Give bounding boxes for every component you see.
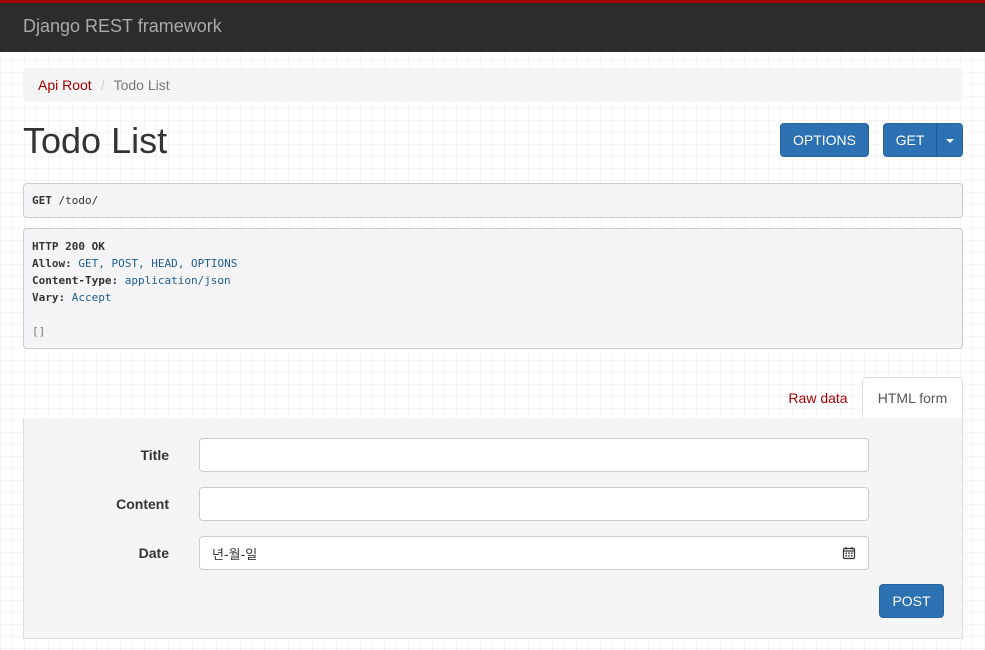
response-body: [] [32, 325, 46, 338]
content-label: Content [116, 496, 169, 512]
response-status: HTTP 200 OK [32, 240, 105, 253]
post-form: Title Content Date 년-월-일 POST [23, 418, 963, 639]
options-button[interactable]: OPTIONS [780, 123, 869, 157]
tab-raw-data[interactable]: Raw data [773, 377, 863, 419]
request-path: /todo/ [58, 194, 99, 207]
header-vary-value: Accept [71, 291, 112, 304]
brand-link[interactable]: Django REST framework [23, 16, 222, 37]
breadcrumb-separator: / [100, 77, 105, 93]
header-content-type-key: Content-Type: [32, 274, 119, 287]
header-allow-value: GET, POST, HEAD, OPTIONS [78, 257, 238, 270]
title-label: Title [140, 447, 169, 463]
get-button-group: GET [883, 123, 963, 157]
post-button[interactable]: POST [879, 584, 944, 618]
request-info: GET /todo/ [23, 183, 963, 218]
content-tabs: Raw data HTML form [23, 377, 963, 419]
request-method: GET [32, 194, 52, 207]
tab-html-form[interactable]: HTML form [862, 377, 963, 419]
header-content-type-value: application/json [124, 274, 231, 287]
breadcrumb-current: Todo List [113, 77, 170, 93]
breadcrumb: Api Root / Todo List [23, 68, 963, 102]
calendar-icon[interactable] [842, 546, 856, 560]
page-title: Todo List [23, 120, 168, 161]
date-placeholder: 년-월-일 [212, 547, 258, 563]
title-input[interactable] [199, 438, 869, 472]
get-button[interactable]: GET [883, 123, 937, 157]
caret-down-icon [946, 139, 954, 143]
header-vary-key: Vary: [32, 291, 66, 304]
response-info: HTTP 200 OK Allow: GET, POST, HEAD, OPTI… [23, 228, 963, 349]
navbar: Django REST framework [0, 0, 985, 52]
date-input[interactable]: 년-월-일 [199, 536, 869, 570]
get-format-dropdown[interactable] [937, 123, 963, 157]
content-input[interactable] [199, 487, 869, 521]
header-allow-key: Allow: [32, 257, 72, 270]
date-label: Date [138, 545, 169, 561]
breadcrumb-api-root[interactable]: Api Root [38, 77, 92, 93]
